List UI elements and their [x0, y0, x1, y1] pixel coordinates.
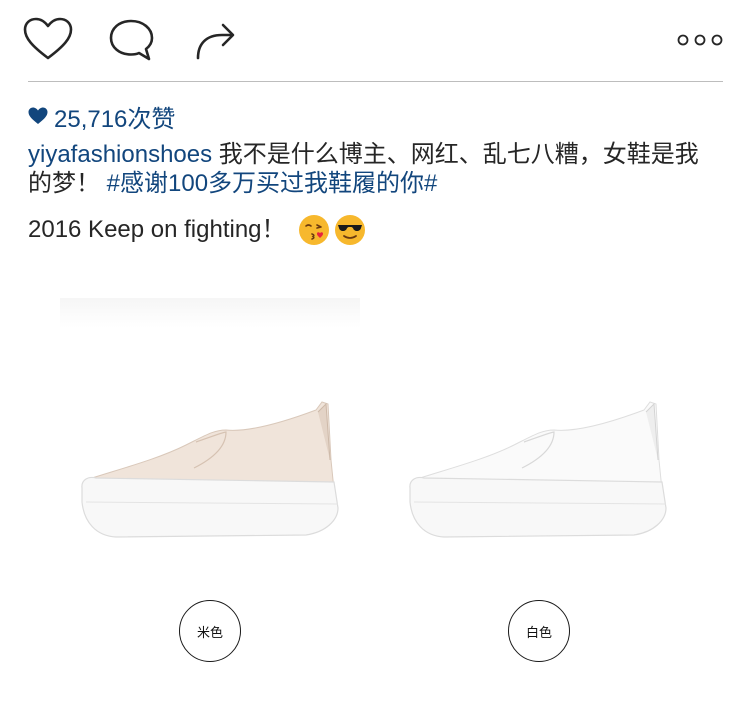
caption-line-2: 2016 Keep on fighting！ — [28, 212, 366, 248]
comment-icon — [109, 19, 154, 61]
hashtag-link[interactable]: #感谢100多万买过我鞋履的你# — [107, 170, 438, 197]
likes-count[interactable]: 25,716次赞 — [28, 100, 176, 133]
color-option-beige[interactable]: 米色 — [179, 600, 241, 662]
white-shoe-image — [409, 401, 667, 538]
product-image: 米色 白色 — [0, 290, 750, 702]
filled-heart-icon — [28, 107, 48, 124]
more-options-button[interactable] — [674, 30, 726, 50]
action-bar — [0, 0, 750, 82]
username-link[interactable]: yiyafashionshoes — [28, 141, 212, 168]
divider — [28, 81, 723, 82]
share-button[interactable] — [194, 20, 238, 62]
kissing-face-emoji — [298, 215, 329, 245]
color-option-white[interactable]: 白色 — [508, 600, 570, 662]
background-haze — [60, 298, 360, 328]
sunglasses-face-emoji — [334, 215, 365, 245]
beige-shoe-image — [81, 401, 339, 538]
share-arrow-icon — [196, 23, 235, 60]
likes-label: 25,716次赞 — [54, 105, 176, 133]
caption-line-2-text: 2016 Keep on fighting！ — [28, 216, 286, 243]
post-caption: yiyafashionshoes 我不是什么博主、网红、乱七八糟，女鞋是我的梦！… — [28, 140, 718, 198]
like-button[interactable] — [22, 16, 74, 62]
more-dots-icon — [677, 34, 723, 46]
heart-icon — [23, 17, 73, 60]
comment-button[interactable] — [107, 17, 157, 63]
